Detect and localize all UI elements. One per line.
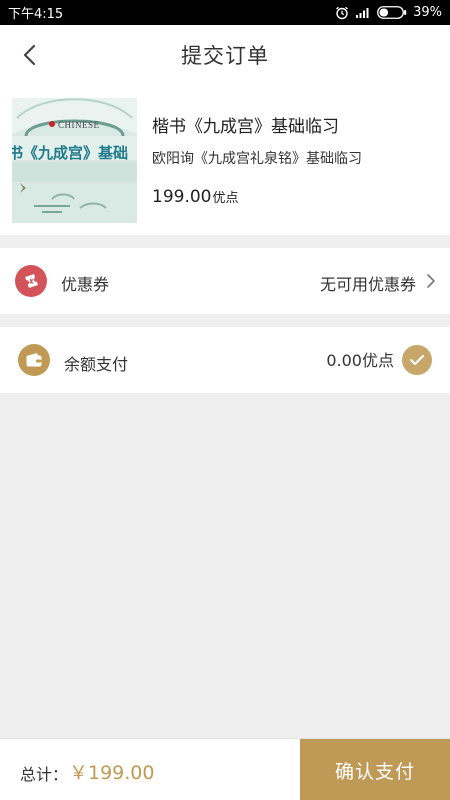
nav-bar: 提交订单 [0,25,450,85]
alarm-icon [336,6,349,19]
status-bar: 下午4:15 39% [0,0,450,25]
product-price-unit: 优点 [212,191,239,206]
coupon-label: 优惠券 [61,275,110,294]
balance-value: 0.00优点 [326,351,394,370]
signal-icon [356,7,369,18]
product-title: 楷书《九成宫》基础临习 [152,117,339,137]
thumbnail-brand-text: CHINESE [58,120,100,130]
checkout-bar: 总计： ￥199.00 确认支付 [0,738,450,800]
check-icon [409,354,425,366]
product-price-value: 199.00 [152,187,212,207]
wallet-icon [18,344,50,376]
total-label: 总计： [20,765,69,784]
thumbnail-title-text: 书《九成宫》基础 [12,144,129,162]
product-thumbnail: CHINESE 书《九成宫》基础 [12,98,137,223]
page-title: 提交订单 [181,44,269,68]
back-button[interactable] [14,39,46,71]
coupon-value: 无可用优惠券 [319,275,416,294]
balance-payment-row[interactable]: 余额支付 0.00优点 [0,327,450,393]
product-price: 199.00优点 [152,187,239,207]
balance-checkbox[interactable] [402,345,432,375]
confirm-payment-button[interactable]: 确认支付 [300,739,450,800]
battery-percent: 39% [413,5,442,20]
chevron-right-icon [427,274,435,288]
status-time: 下午4:15 [8,7,64,22]
battery-icon [377,6,407,19]
chevron-left-icon [23,44,36,66]
balance-label: 余额支付 [64,355,129,374]
total-value: ￥199.00 [69,762,155,784]
product-subtitle: 欧阳询《九成宫礼泉铭》基础临习 [152,151,362,167]
ticket-icon [15,265,47,297]
coupon-row[interactable]: 优惠券 无可用优惠券 [0,248,450,314]
